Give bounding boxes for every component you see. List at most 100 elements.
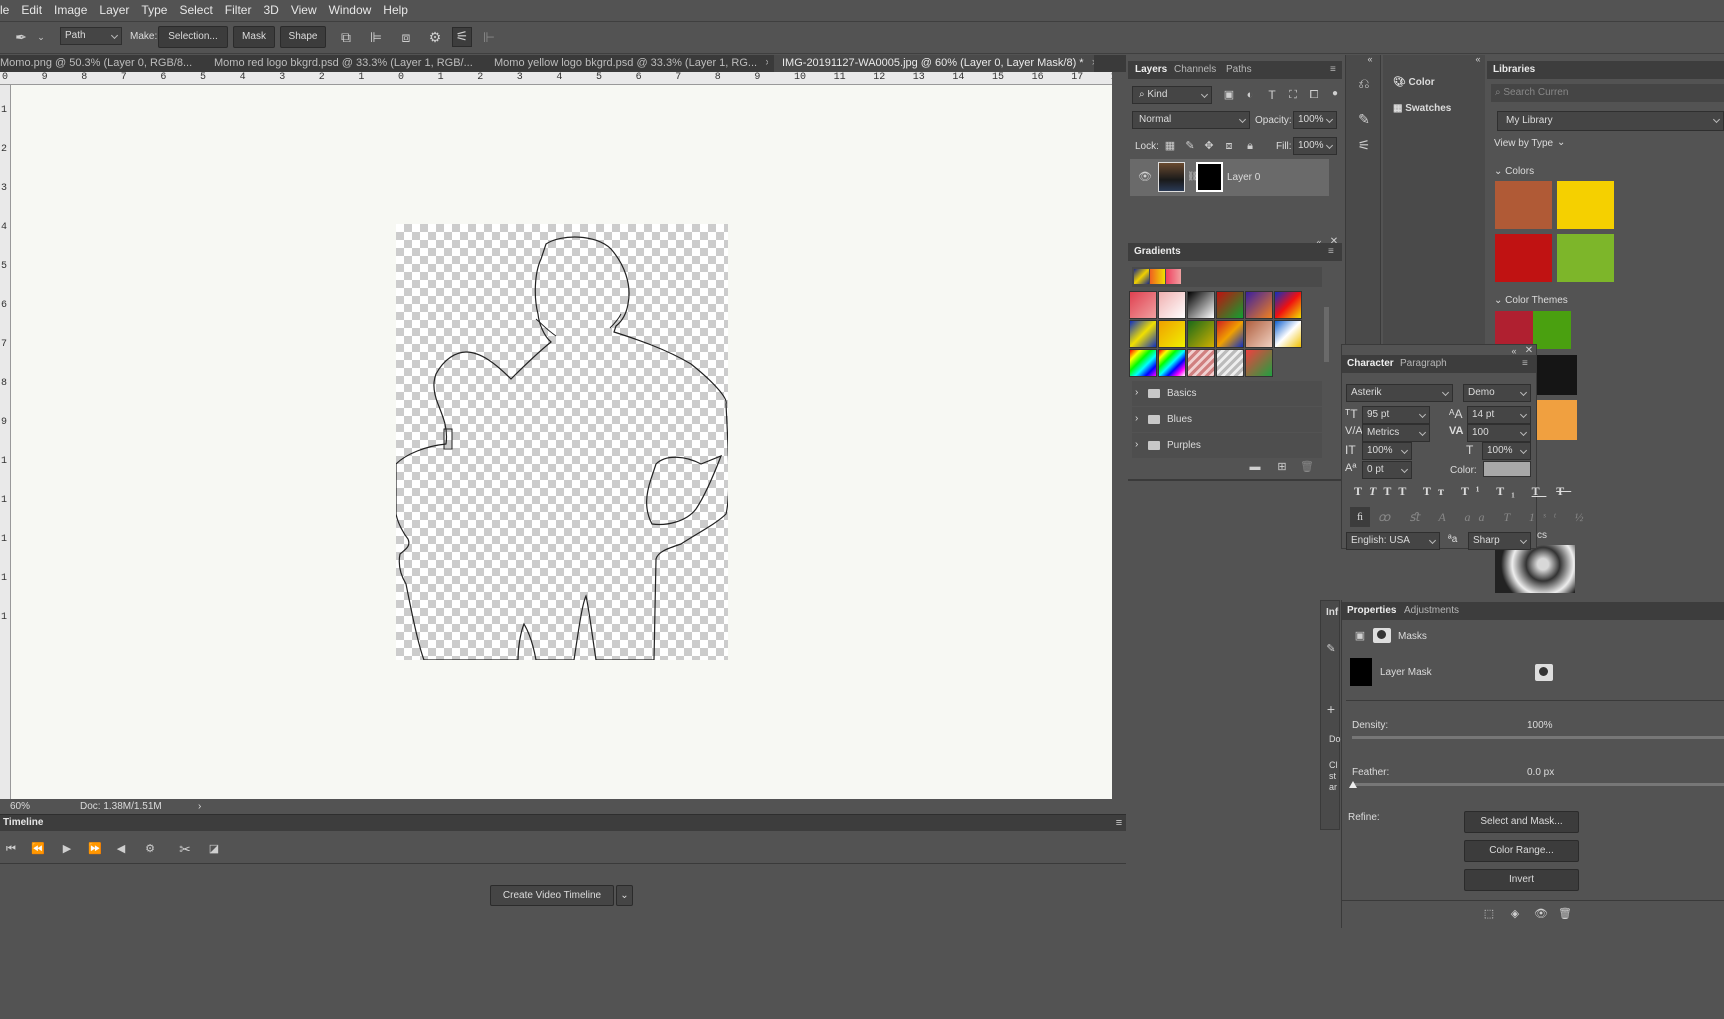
menu-layer[interactable]: Layer bbox=[93, 0, 135, 21]
trash-icon[interactable]: 🗑︎ bbox=[1298, 459, 1316, 477]
layer-mask-type-icon[interactable] bbox=[1373, 628, 1391, 643]
pen-tool-icon[interactable]: ✒ bbox=[12, 29, 30, 47]
library-color-swatch[interactable] bbox=[1495, 181, 1552, 229]
color-range-button[interactable]: Color Range... bbox=[1464, 840, 1579, 862]
horizontal-scale-input[interactable]: 100% bbox=[1482, 442, 1531, 460]
layer-filter-kind[interactable]: ⌕ Kind bbox=[1132, 86, 1212, 104]
gradient-preset-swatch[interactable] bbox=[1158, 320, 1186, 348]
doc-tab-momo-yellow[interactable]: Momo yellow logo bkgrd.psd @ 33.3% (Laye… bbox=[488, 55, 768, 72]
audio-icon[interactable]: ◀ bbox=[112, 841, 130, 859]
kerning-input[interactable]: Metrics bbox=[1362, 424, 1430, 442]
gradient-preset-swatch[interactable] bbox=[1274, 291, 1302, 319]
chevron-down-icon[interactable]: ⌄ bbox=[1557, 137, 1565, 148]
feather-slider[interactable] bbox=[1352, 783, 1724, 786]
gradient-folder-basics[interactable]: › Basics bbox=[1132, 381, 1322, 406]
density-value[interactable]: 100% bbox=[1527, 720, 1553, 731]
gradient-preset-swatch[interactable] bbox=[1158, 349, 1186, 377]
first-frame-icon[interactable]: ⏮ bbox=[2, 841, 20, 859]
leading-input[interactable]: 14 pt bbox=[1467, 406, 1531, 424]
language-select[interactable]: English: USA bbox=[1346, 532, 1440, 550]
font-size-input[interactable]: 95 pt bbox=[1362, 406, 1430, 424]
play-icon[interactable]: ▶ bbox=[58, 841, 76, 859]
history-icon[interactable]: ⎌ bbox=[1355, 75, 1373, 93]
lock-image-icon[interactable]: ✎ bbox=[1181, 138, 1199, 156]
visibility-eye-icon[interactable]: 👁︎ bbox=[1136, 169, 1154, 187]
library-color-swatch[interactable] bbox=[1557, 234, 1614, 282]
adjustments-icon[interactable]: ⚟ bbox=[1355, 137, 1373, 155]
make-selection-button[interactable]: Selection... bbox=[158, 26, 228, 48]
chevron-right-icon[interactable]: › bbox=[1135, 439, 1138, 450]
color-theme-swatch[interactable] bbox=[1533, 311, 1571, 349]
view-by-type-select[interactable]: View by Type bbox=[1494, 138, 1553, 149]
panel-menu-icon[interactable]: ≡ bbox=[1522, 355, 1528, 373]
next-frame-icon[interactable]: ⏩ bbox=[86, 841, 104, 859]
ligatures-button[interactable]: ﬁ bbox=[1350, 507, 1370, 527]
text-color-swatch[interactable] bbox=[1483, 461, 1531, 477]
invert-button[interactable]: Invert bbox=[1464, 869, 1579, 891]
make-mask-button[interactable]: Mask bbox=[233, 26, 275, 48]
lock-position-icon[interactable]: ✥ bbox=[1200, 138, 1218, 156]
gradient-preset-swatch[interactable] bbox=[1187, 320, 1215, 348]
menu-select[interactable]: Select bbox=[173, 0, 218, 21]
auto-add-delete-icon[interactable]: ⚟ bbox=[452, 27, 472, 47]
filter-adjustment-icon[interactable]: ◐ bbox=[1241, 87, 1259, 105]
chevron-right-icon[interactable]: › bbox=[1135, 413, 1138, 424]
menu-file[interactable]: le bbox=[0, 0, 15, 21]
density-slider[interactable] bbox=[1352, 736, 1724, 739]
font-style-select[interactable]: Demo bbox=[1463, 384, 1531, 402]
path-alignment-icon[interactable]: ⊫ bbox=[367, 29, 385, 47]
colors-section[interactable]: ⌄ Colors bbox=[1494, 166, 1534, 177]
layer-row[interactable]: 👁︎ ⛓ Layer 0 bbox=[1130, 159, 1329, 196]
gradient-preset-swatch[interactable] bbox=[1245, 291, 1273, 319]
settings-icon[interactable]: ⚙ bbox=[141, 841, 159, 859]
gradient-folder-blues[interactable]: › Blues bbox=[1132, 407, 1322, 432]
menu-view[interactable]: View bbox=[285, 0, 323, 21]
tool-mode-select[interactable]: Path bbox=[60, 27, 122, 45]
menu-3d[interactable]: 3D bbox=[257, 0, 284, 21]
library-search-input[interactable]: ⌕ Search Curren bbox=[1491, 84, 1724, 102]
filter-pixel-icon[interactable]: ▣ bbox=[1220, 87, 1238, 105]
panel-menu-icon[interactable]: ≡ bbox=[1110, 815, 1128, 833]
gradient-preset-swatch[interactable] bbox=[1245, 349, 1273, 377]
previous-frame-icon[interactable]: ⏪ bbox=[29, 841, 47, 859]
antialias-select[interactable]: Sharp bbox=[1468, 532, 1531, 550]
gear-icon[interactable]: ⚙ bbox=[426, 29, 444, 47]
filter-shape-icon[interactable]: ⛶ bbox=[1284, 87, 1302, 105]
make-shape-button[interactable]: Shape bbox=[280, 26, 326, 48]
collapse-icon[interactable]: « bbox=[1469, 51, 1487, 69]
menu-window[interactable]: Window bbox=[323, 0, 378, 21]
feather-slider-thumb[interactable] bbox=[1349, 781, 1357, 788]
menu-edit[interactable]: Edit bbox=[15, 0, 48, 21]
timeline-type-dropdown[interactable]: ⌄ bbox=[616, 885, 633, 906]
tab-paths[interactable]: Paths bbox=[1226, 61, 1252, 79]
pixel-mask-icon[interactable]: ▣ bbox=[1351, 628, 1369, 646]
layer-name[interactable]: Layer 0 bbox=[1227, 172, 1260, 183]
gradient-preset-swatch[interactable] bbox=[1216, 291, 1244, 319]
tab-paragraph[interactable]: Paragraph bbox=[1400, 355, 1447, 373]
library-color-swatch[interactable] bbox=[1537, 400, 1577, 440]
canvas-scrollbar[interactable] bbox=[1112, 72, 1126, 799]
lock-all-icon[interactable]: 🔒︎ bbox=[1241, 138, 1259, 156]
tracking-input[interactable]: 100 bbox=[1467, 424, 1531, 442]
create-video-timeline-button[interactable]: Create Video Timeline bbox=[490, 885, 614, 906]
layer-mask-thumbnail[interactable] bbox=[1196, 162, 1223, 192]
apply-mask-icon[interactable] bbox=[1535, 664, 1553, 681]
library-select[interactable]: My Library bbox=[1497, 111, 1724, 131]
path-operations-icon[interactable]: ⧉ bbox=[337, 29, 355, 47]
feather-value[interactable]: 0.0 px bbox=[1527, 767, 1554, 778]
gradients-scrollbar[interactable] bbox=[1324, 307, 1329, 362]
visibility-eye-icon[interactable]: 👁︎ bbox=[1532, 906, 1550, 924]
brush-settings-icon[interactable]: ✎ bbox=[1355, 111, 1373, 129]
tab-properties[interactable]: Properties bbox=[1347, 602, 1396, 620]
filter-type-icon[interactable]: T bbox=[1263, 87, 1281, 105]
tab-layers[interactable]: Layers bbox=[1135, 61, 1167, 79]
library-color-swatch[interactable] bbox=[1557, 181, 1614, 229]
gradient-preset-swatch[interactable] bbox=[1158, 291, 1186, 319]
tab-channels[interactable]: Channels bbox=[1174, 61, 1216, 79]
doc-tab-img-active[interactable]: IMG-20191127-WA0005.jpg @ 60% (Layer 0, … bbox=[774, 55, 1094, 72]
gradient-preset-swatch[interactable] bbox=[1129, 320, 1157, 348]
gradient-folder-purples[interactable]: › Purples bbox=[1132, 433, 1322, 458]
transition-icon[interactable]: ◪ bbox=[205, 841, 223, 859]
gradient-swatch[interactable] bbox=[1150, 269, 1165, 284]
swatches-panel-item[interactable]: ▦ Swatches bbox=[1393, 103, 1451, 114]
